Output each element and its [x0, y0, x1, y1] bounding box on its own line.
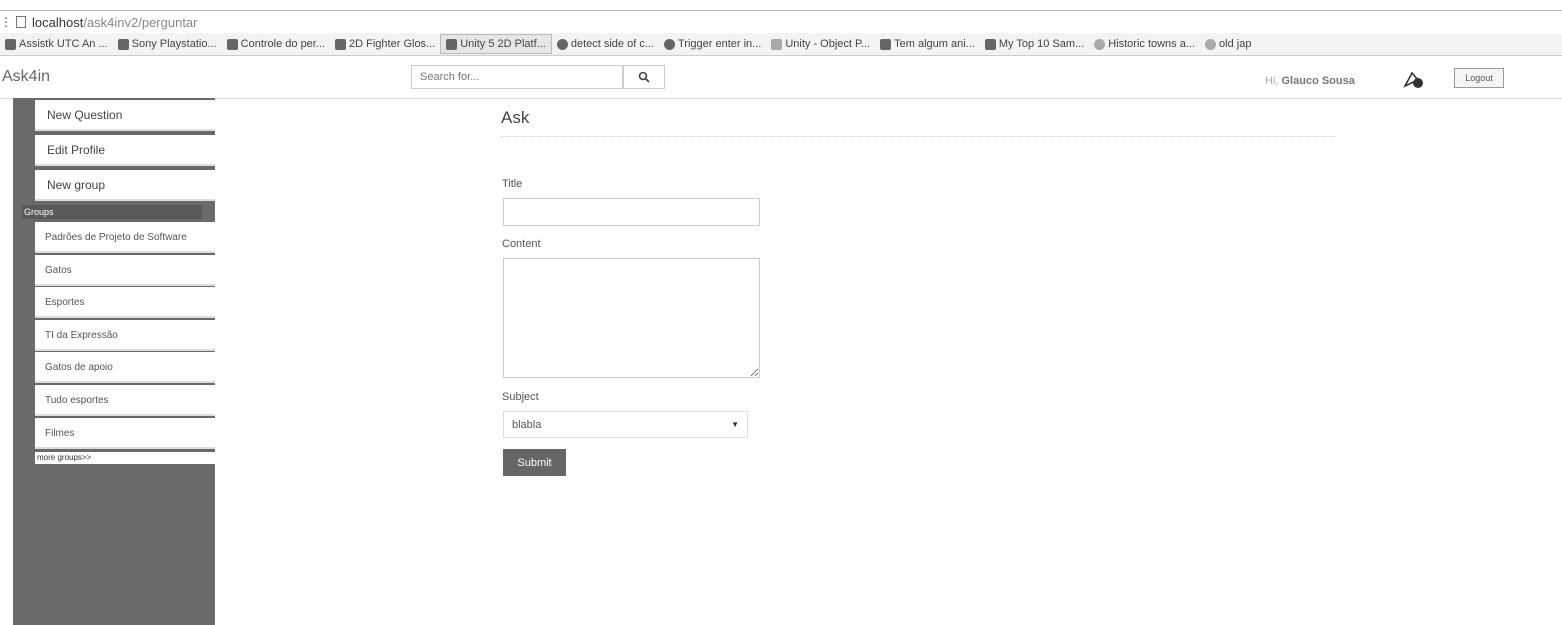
youtube-icon — [226, 38, 238, 50]
address-bar[interactable]: ⋮ localhost /ask4inv2/perguntar — [0, 10, 1562, 33]
groups-header: Groups — [22, 205, 202, 219]
bookmark-label: My Top 10 Sam... — [998, 38, 1085, 50]
playstation-icon — [117, 38, 129, 50]
bookmark-label: Unity - Object P... — [785, 38, 871, 50]
page-icon — [16, 16, 26, 28]
sidebar-group-item[interactable]: TI da Expressão — [35, 320, 215, 351]
bookmark-label: Sony Playstatio... — [131, 38, 217, 50]
title-divider — [501, 136, 1335, 137]
sidebar-item-edit-profile[interactable]: Edit Profile — [35, 135, 215, 166]
sidebar-group-item[interactable]: Filmes — [35, 418, 215, 449]
search-icon — [638, 71, 650, 83]
title-label: Title — [502, 178, 523, 190]
youtube-icon — [335, 38, 347, 50]
url-host: localhost — [32, 14, 84, 30]
bookmark-label: 2D Fighter Glos... — [349, 38, 436, 50]
bookmark-item[interactable]: 2D Fighter Glos... — [330, 35, 440, 53]
subject-selected-value: blabla — [512, 418, 542, 431]
bookmark-label: Tem algum ani... — [894, 38, 975, 50]
bookmark-label: old jap — [1219, 38, 1252, 50]
sidebar-item-new-question[interactable]: New Question — [35, 100, 215, 131]
bookmark-item[interactable]: Tem algum ani... — [875, 35, 980, 53]
sidebar-group-item[interactable]: Gatos de apoio — [35, 352, 215, 383]
url-path: /ask4inv2/perguntar — [83, 14, 198, 30]
bookmark-label: Historic towns a... — [1108, 38, 1196, 50]
sidebar-group-item[interactable]: Gatos — [35, 255, 215, 286]
sidebar-item-new-group[interactable]: New group — [35, 170, 215, 201]
bookmark-label: Unity 5 2D Platf... — [460, 38, 546, 50]
bookmark-item[interactable]: Assistk UTC An ... — [0, 35, 113, 53]
bookmark-item[interactable]: My Top 10 Sam... — [980, 35, 1089, 53]
bookmark-item[interactable]: detect side of c... — [552, 35, 659, 53]
bookmark-item[interactable]: Sony Playstatio... — [113, 35, 222, 53]
bookmark-item[interactable]: old jap — [1200, 35, 1256, 53]
sidebar-group-item[interactable]: Esportes — [35, 287, 215, 318]
greeting-prefix: Hi, — [1265, 75, 1282, 87]
page-icon — [771, 38, 783, 50]
forum-icon — [880, 38, 892, 50]
brand-logo[interactable]: Ask4in — [2, 68, 50, 86]
logout-button[interactable]: Logout — [1454, 68, 1504, 88]
page-title: Ask — [501, 108, 530, 127]
content-textarea[interactable] — [503, 258, 760, 378]
content-label: Content — [502, 238, 541, 250]
globe-icon — [1094, 38, 1106, 50]
user-greeting: Hi, Glauco Sousa — [1265, 75, 1355, 87]
bookmarks-bar: Assistk UTC An ... Sony Playstatio... Co… — [0, 33, 1562, 56]
subject-label: Subject — [502, 391, 539, 403]
caret-down-icon: ▼ — [731, 420, 739, 429]
bookmark-label: Trigger enter in... — [677, 38, 762, 50]
bookmark-item[interactable]: Historic towns a... — [1089, 35, 1200, 53]
sidebar-group-item[interactable]: Padrões de Projeto de Software — [35, 222, 215, 253]
bookmark-label: detect side of c... — [570, 38, 654, 50]
unity-icon — [663, 38, 675, 50]
bookmark-item[interactable]: Trigger enter in... — [659, 35, 766, 53]
subject-select[interactable]: blabla ▼ — [503, 411, 748, 438]
youtube-icon — [984, 38, 996, 50]
app-navbar: Ask4in Hi, Glauco Sousa Logout — [0, 56, 1562, 99]
search-button[interactable] — [623, 65, 665, 89]
unity-icon — [556, 38, 568, 50]
search-input[interactable] — [411, 65, 623, 89]
avatar-icon[interactable] — [1402, 69, 1426, 89]
bookmark-label: Controle do per... — [240, 38, 326, 50]
bookmark-label: Assistk UTC An ... — [19, 38, 108, 50]
bookmark-icon — [5, 38, 16, 50]
title-input[interactable] — [503, 198, 760, 226]
bookmark-item[interactable]: Controle do per... — [222, 35, 330, 53]
more-groups-link[interactable]: more groups>> — [35, 452, 215, 464]
bookmark-item[interactable]: Unity 5 2D Platf... — [440, 34, 552, 54]
sidebar-group-item[interactable]: Tudo esportes — [35, 385, 215, 416]
google-icon — [1205, 38, 1217, 50]
user-name: Glauco Sousa — [1281, 75, 1355, 87]
youtube-icon — [446, 38, 458, 50]
bookmark-item[interactable]: Unity - Object P... — [766, 35, 875, 53]
menu-dots-icon[interactable]: ⋮ — [0, 15, 12, 29]
submit-button[interactable]: Submit — [503, 449, 566, 476]
